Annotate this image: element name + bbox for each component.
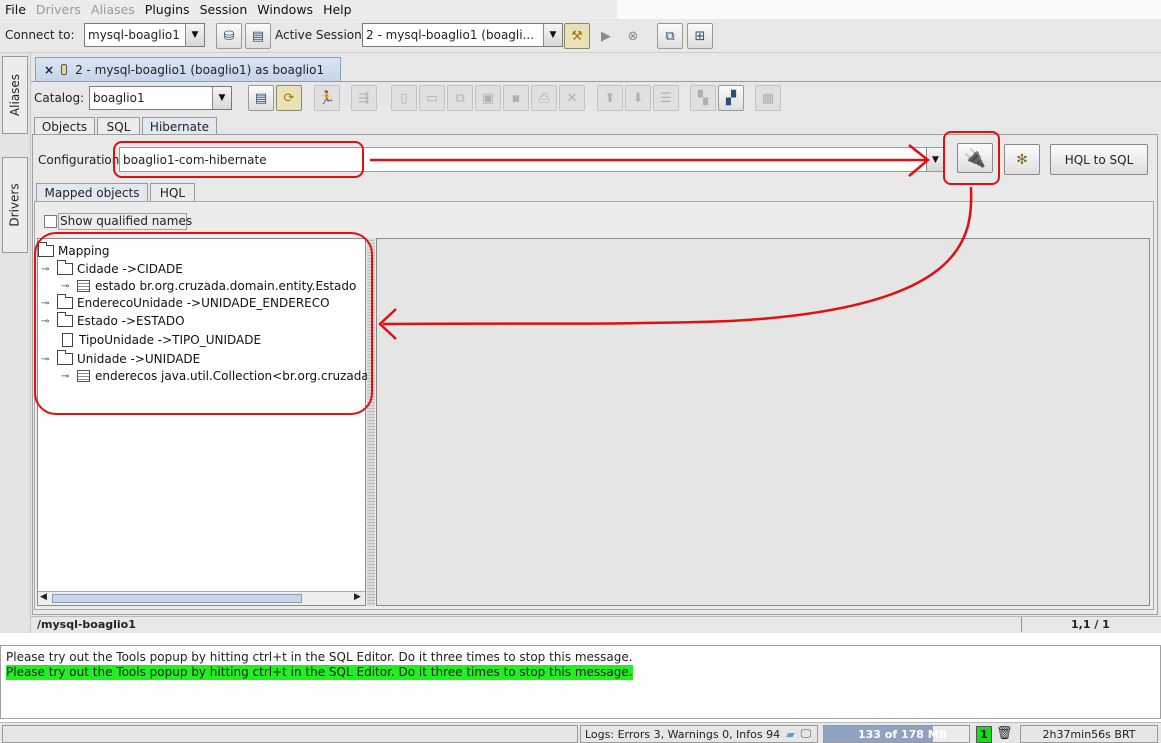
uptime-label: 2h37min56s BRT bbox=[1042, 727, 1136, 741]
uptime-panel: 2h37min56s BRT bbox=[1020, 725, 1158, 743]
monitor-icon[interactable]: 🖵 bbox=[801, 727, 812, 741]
menu-windows[interactable]: Windows bbox=[252, 0, 318, 19]
session-properties-button[interactable]: ▤ bbox=[245, 23, 271, 49]
menu-file[interactable]: File bbox=[0, 0, 31, 19]
connect-icon: ⛁ bbox=[223, 28, 235, 44]
memory-bar[interactable]: 133 of 178 MB bbox=[823, 725, 970, 743]
log-viewer-icon[interactable]: ▰ bbox=[786, 728, 794, 741]
logs-summary: Logs: Errors 3, Warnings 0, Infos 94 bbox=[585, 727, 781, 741]
chevron-down-icon: ▼ bbox=[543, 24, 562, 46]
status-path: /mysql-boaglio1 bbox=[37, 618, 136, 631]
menu-bar: File Drivers Aliases Plugins Session Win… bbox=[0, 0, 617, 19]
chevron-down-icon: ▼ bbox=[185, 24, 204, 46]
message-line-highlighted: Please try out the Tools popup by hittin… bbox=[6, 665, 633, 680]
session-window: × 2 - mysql-boaglio1 (boaglio1) as boagl… bbox=[31, 53, 1161, 633]
stop-icon: ⊗ bbox=[627, 28, 639, 44]
new-window-button[interactable]: ⧉ bbox=[657, 23, 683, 49]
logs-panel[interactable]: Logs: Errors 3, Warnings 0, Infos 94 ▰ 🖵 bbox=[580, 725, 818, 743]
connect-label: Connect to: bbox=[5, 28, 75, 42]
cursor-position: 1,1 / 1 bbox=[1071, 618, 1110, 631]
active-session-label: Active Session: bbox=[275, 28, 366, 42]
connect-value: mysql-boaglio1 bbox=[88, 28, 180, 42]
annotation-arrows bbox=[370, 144, 973, 340]
title-strip bbox=[617, 0, 1161, 19]
tab-drivers-label: Drivers bbox=[8, 183, 22, 227]
main-toolbar: Connect to: mysql-boaglio1 ▼ ⛁ ▤ Active … bbox=[0, 19, 1161, 53]
commit-button[interactable]: ⚒ bbox=[564, 23, 590, 49]
connect-combo[interactable]: mysql-boaglio1 ▼ bbox=[84, 23, 205, 47]
message-pane: Please try out the Tools popup by hittin… bbox=[0, 645, 1161, 719]
menu-plugins[interactable]: Plugins bbox=[140, 0, 195, 19]
bottom-status-bar: Logs: Errors 3, Warnings 0, Infos 94 ▰ 🖵… bbox=[0, 722, 1161, 743]
side-tab-bar: Aliases Drivers bbox=[0, 53, 31, 633]
commit-icon: ⚒ bbox=[571, 28, 583, 44]
menu-help[interactable]: Help bbox=[318, 0, 357, 19]
status-row: /mysql-boaglio1 1,1 / 1 bbox=[31, 616, 1161, 632]
memory-label: 133 of 178 MB bbox=[858, 728, 948, 741]
play-icon: ▶ bbox=[601, 28, 611, 44]
session-icon: ▤ bbox=[251, 28, 265, 44]
new-window-icon: ⧉ bbox=[665, 28, 675, 44]
status-divider bbox=[1021, 617, 1022, 632]
session-count-badge: 1 bbox=[976, 726, 992, 743]
menu-aliases: Aliases bbox=[90, 2, 135, 17]
active-session-value: 2 - mysql-boaglio1 (boagli... bbox=[366, 28, 535, 42]
tab-aliases[interactable]: Aliases bbox=[2, 56, 28, 134]
status-empty bbox=[2, 725, 578, 743]
stop-button[interactable]: ⊗ bbox=[620, 23, 646, 49]
active-session-combo[interactable]: 2 - mysql-boaglio1 (boagli... ▼ bbox=[362, 23, 563, 47]
new-session-button[interactable]: ⛁ bbox=[216, 23, 242, 49]
tab-drivers[interactable]: Drivers bbox=[2, 157, 28, 253]
tile-windows-button[interactable]: ⊞ bbox=[687, 23, 713, 49]
message-line: Please try out the Tools popup by hittin… bbox=[6, 650, 633, 664]
menu-drivers: Drivers bbox=[35, 2, 81, 17]
tile-icon: ⊞ bbox=[694, 28, 706, 44]
run-button[interactable]: ▶ bbox=[593, 23, 619, 49]
menu-session[interactable]: Session bbox=[195, 0, 253, 19]
tab-aliases-label: Aliases bbox=[8, 73, 22, 117]
trash-icon[interactable]: 🗑 bbox=[996, 726, 1013, 741]
